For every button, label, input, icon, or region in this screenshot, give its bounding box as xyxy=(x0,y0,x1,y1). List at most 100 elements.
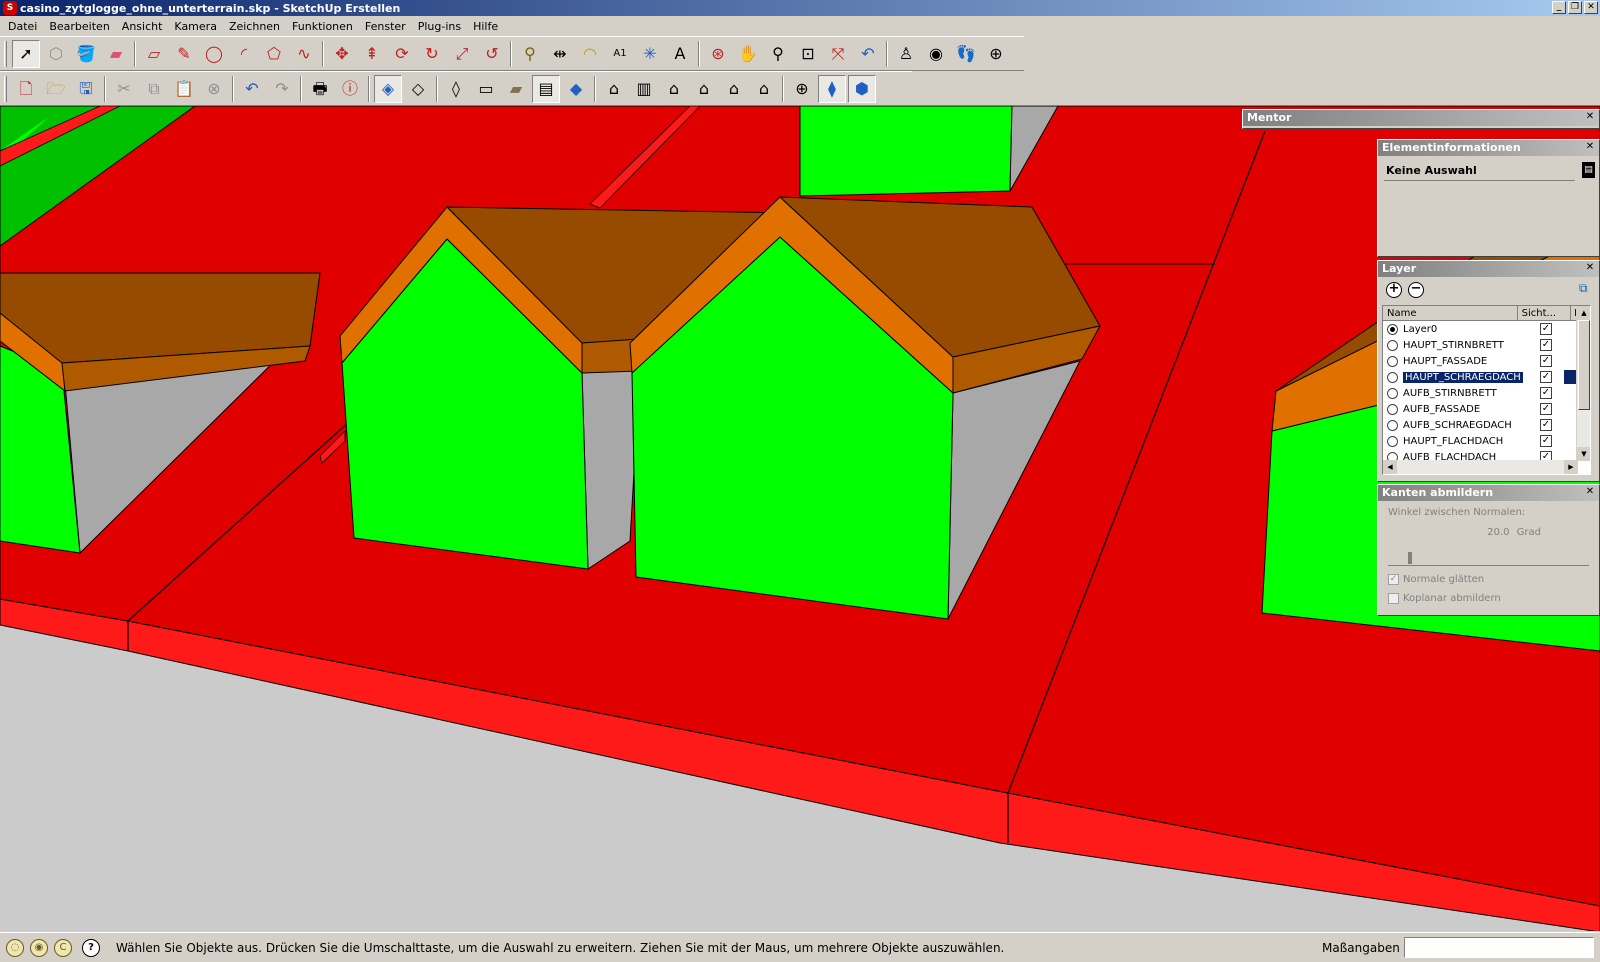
shaded-icon[interactable]: ▰ xyxy=(502,75,530,103)
restore-icon[interactable]: ❐ xyxy=(1568,1,1582,14)
scroll-thumb[interactable] xyxy=(1578,320,1590,410)
rectangle-icon[interactable]: ▱ xyxy=(140,40,168,68)
layer-row[interactable]: HAUPT_FASSADE ✓ xyxy=(1383,353,1590,369)
close-icon[interactable]: ✕ xyxy=(1584,262,1596,274)
right-view-icon[interactable]: ⌂ xyxy=(690,75,718,103)
circle-icon[interactable]: ◯ xyxy=(200,40,228,68)
xray-icon[interactable]: ◈ xyxy=(374,74,402,103)
section-plane-icon[interactable]: ⊕ xyxy=(982,40,1010,68)
back-edges-icon[interactable]: ◇ xyxy=(404,75,432,103)
paste-icon[interactable]: 📋 xyxy=(170,75,198,103)
menu-kamera[interactable]: Kamera xyxy=(168,20,223,33)
layer-name[interactable]: HAUPT_STIRNBRETT xyxy=(1402,340,1538,351)
toolbar-grip[interactable] xyxy=(4,40,7,67)
layer-row[interactable]: AUFB_FASSADE ✓ xyxy=(1383,401,1590,417)
layer-visible-checkbox[interactable]: ✓ xyxy=(1540,339,1552,351)
layer-visible-checkbox[interactable]: ✓ xyxy=(1540,419,1552,431)
menu-zeichnen[interactable]: Zeichnen xyxy=(223,20,286,33)
zoom-icon[interactable]: ⚲ xyxy=(764,40,792,68)
add-layer-icon[interactable]: + xyxy=(1386,282,1402,298)
angle-slider-thumb[interactable] xyxy=(1407,552,1412,564)
scroll-left-icon[interactable]: ◀ xyxy=(1383,460,1397,474)
soften-title[interactable]: Kanten abmildern ✕ xyxy=(1378,485,1599,501)
model-info-icon[interactable]: ⓘ xyxy=(336,75,364,103)
menu-fenster[interactable]: Fenster xyxy=(359,20,412,33)
cut-icon[interactable]: ✂ xyxy=(110,75,138,103)
layer-name[interactable]: HAUPT_FLACHDACH xyxy=(1402,436,1538,447)
paint-bucket-icon[interactable]: 🪣 xyxy=(72,40,100,68)
credits-icon[interactable]: ◉ xyxy=(30,938,48,957)
scroll-down-icon[interactable]: ▼ xyxy=(1577,447,1590,461)
current-layer-radio[interactable] xyxy=(1387,339,1398,351)
expand-details-icon[interactable]: ▤ xyxy=(1582,162,1595,178)
current-layer-radio[interactable] xyxy=(1387,387,1398,399)
layer-horizontal-scrollbar[interactable]: ◀ ▶ xyxy=(1383,460,1578,474)
zoom-extents-icon[interactable]: ⤧ xyxy=(824,40,852,68)
follow-me-icon[interactable]: ↻ xyxy=(418,40,446,68)
layer-row[interactable]: Layer0 ✓ xyxy=(1383,321,1590,337)
make-component-icon[interactable]: ⬡ xyxy=(42,40,70,68)
soften-coplanar-checkbox[interactable] xyxy=(1388,593,1399,604)
dimension-icon[interactable]: ⇹ xyxy=(546,40,574,68)
front-view-icon[interactable]: ⌂ xyxy=(660,75,688,103)
layer-visible-checkbox[interactable]: ✓ xyxy=(1540,355,1552,367)
axes-icon[interactable]: ✳ xyxy=(636,40,664,68)
undo-icon[interactable]: ↶ xyxy=(238,75,266,103)
measurements-input[interactable] xyxy=(1404,937,1594,958)
close-icon[interactable]: ✕ xyxy=(1584,1,1598,14)
current-layer-radio[interactable] xyxy=(1387,403,1398,415)
menu-bearbeiten[interactable]: Bearbeiten xyxy=(43,20,115,33)
layer-row[interactable]: HAUPT_STIRNBRETT ✓ xyxy=(1383,337,1590,353)
walk-icon[interactable]: 👣 xyxy=(952,40,980,68)
scroll-up-icon[interactable]: ▲ xyxy=(1577,306,1590,320)
smooth-normals-checkbox[interactable]: ✓ xyxy=(1388,574,1399,585)
pencil-line-icon[interactable]: ✎ xyxy=(170,40,198,68)
display-section-planes-icon[interactable]: ⊕ xyxy=(788,75,816,103)
scene-canvas[interactable] xyxy=(0,106,1600,931)
select-arrow-icon[interactable]: ➚ xyxy=(12,39,40,68)
text-icon[interactable]: A1 xyxy=(606,40,634,68)
column-name[interactable]: Name xyxy=(1383,306,1518,320)
open-file-icon[interactable]: 🗁 xyxy=(42,75,70,103)
polygon-icon[interactable]: ⬠ xyxy=(260,40,288,68)
layer-name[interactable]: AUFB_FASSADE xyxy=(1402,404,1538,415)
current-layer-radio[interactable] xyxy=(1387,355,1398,367)
layer-row[interactable]: AUFB_SCHRAEGDACH ✓ xyxy=(1383,417,1590,433)
zoom-window-icon[interactable]: ⊡ xyxy=(794,40,822,68)
layer-vertical-scrollbar[interactable]: ▲ ▼ xyxy=(1576,306,1590,461)
user-icon[interactable]: C xyxy=(54,938,72,957)
current-layer-radio[interactable] xyxy=(1387,419,1398,431)
arc-icon[interactable]: ◜ xyxy=(230,40,258,68)
layer-visible-checkbox[interactable]: ✓ xyxy=(1540,387,1552,399)
modeling-viewport[interactable] xyxy=(0,105,1600,931)
layer-visible-checkbox[interactable]: ✓ xyxy=(1540,403,1552,415)
remove-layer-icon[interactable]: − xyxy=(1408,282,1424,298)
hidden-line-icon[interactable]: ▭ xyxy=(472,75,500,103)
print-icon[interactable]: 🖶 xyxy=(306,75,334,103)
display-section-cuts-icon[interactable]: ⧫ xyxy=(818,74,846,103)
help-icon[interactable]: ? xyxy=(82,938,100,957)
current-layer-radio[interactable] xyxy=(1387,371,1398,383)
minimize-icon[interactable]: _ xyxy=(1552,1,1566,14)
rotate-icon[interactable]: ⟳ xyxy=(388,40,416,68)
layer-row[interactable]: HAUPT_SCHRAEGDACH ✓ xyxy=(1383,369,1590,385)
tape-measure-icon[interactable]: ⚲ xyxy=(516,40,544,68)
current-layer-radio[interactable] xyxy=(1387,323,1398,335)
left-view-icon[interactable]: ⌂ xyxy=(750,75,778,103)
layer-visible-checkbox[interactable]: ✓ xyxy=(1540,371,1552,383)
look-around-icon[interactable]: ◉ xyxy=(922,40,950,68)
position-camera-icon[interactable]: ♙ xyxy=(892,40,920,68)
shaded-textures-icon[interactable]: ▤ xyxy=(532,74,560,103)
monochrome-icon[interactable]: ◆ xyxy=(562,75,590,103)
menu-ansicht[interactable]: Ansicht xyxy=(116,20,169,33)
delete-icon[interactable]: ⊗ xyxy=(200,75,228,103)
layer-details-icon[interactable]: ⧉ xyxy=(1579,281,1593,297)
layer-name[interactable]: Layer0 xyxy=(1402,324,1538,335)
section-fill-icon[interactable]: ⬢ xyxy=(848,74,876,103)
layer-name[interactable]: HAUPT_FASSADE xyxy=(1402,356,1538,367)
iso-view-icon[interactable]: ⌂ xyxy=(600,75,628,103)
previous-view-icon[interactable]: ↶ xyxy=(854,40,882,68)
toolbar-grip[interactable] xyxy=(4,75,7,102)
entity-info-title[interactable]: Elementinformationen ✕ xyxy=(1378,140,1599,156)
orbit-icon[interactable]: ⊛ xyxy=(704,40,732,68)
